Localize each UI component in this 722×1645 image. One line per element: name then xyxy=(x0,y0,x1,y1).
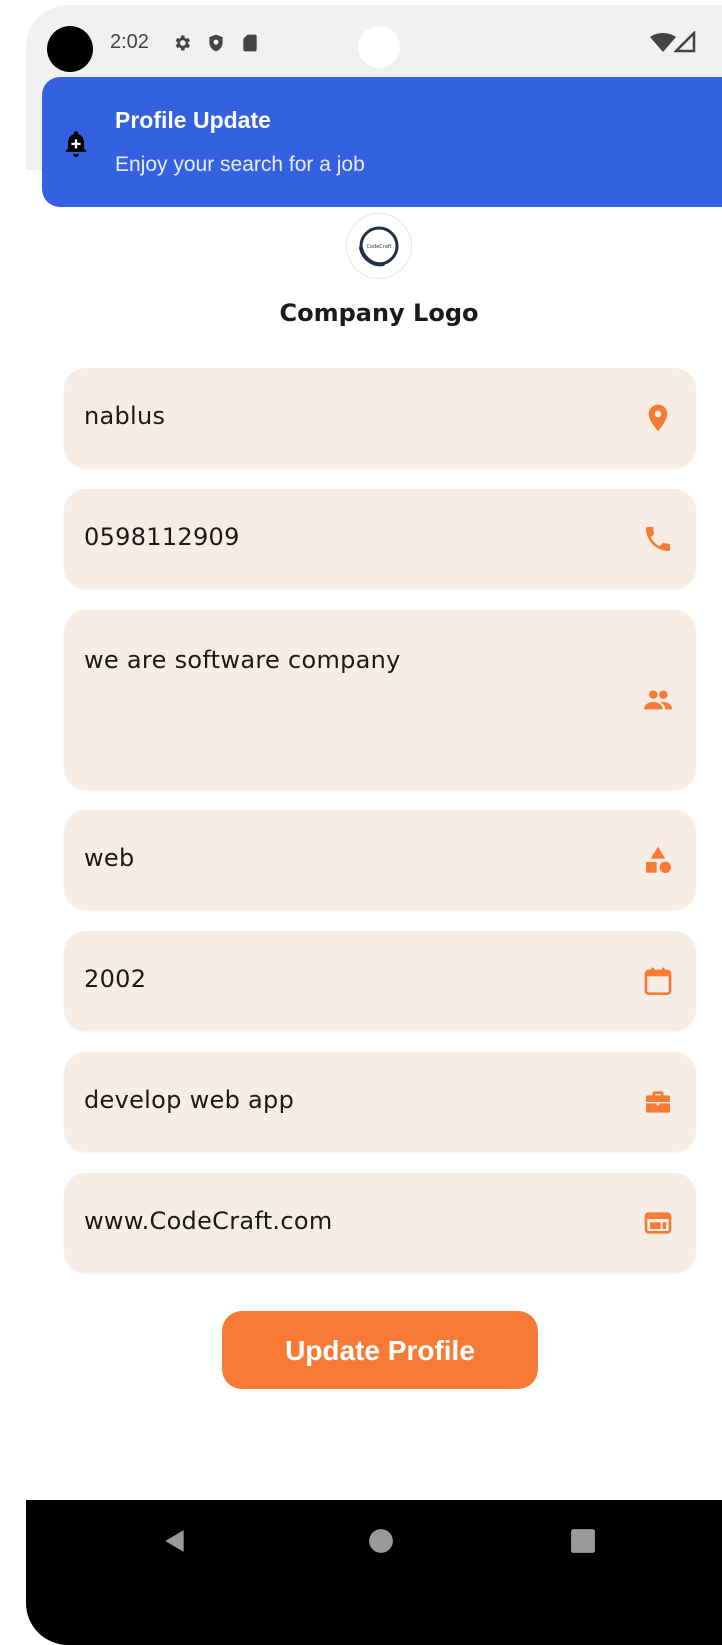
founded-year-field[interactable]: 2002 xyxy=(64,931,696,1031)
location-value: nablus xyxy=(84,402,166,430)
category-field[interactable]: web xyxy=(64,810,696,910)
phone-field[interactable]: 0598112909 xyxy=(64,489,696,589)
wifi-icon xyxy=(650,33,676,52)
category-icon xyxy=(646,846,672,874)
briefcase-icon xyxy=(646,1091,670,1113)
location-field[interactable]: nablus xyxy=(64,368,696,468)
notification-banner[interactable]: Profile Update Enjoy your search for a j… xyxy=(42,77,722,207)
shield-icon xyxy=(209,34,223,52)
logo-title: Company Logo xyxy=(279,299,479,327)
update-profile-button[interactable]: Update Profile xyxy=(222,1311,538,1389)
phone-screen: 2:02 Profile Update Enjoy your search fo… xyxy=(26,5,722,1645)
home-icon[interactable] xyxy=(368,1528,394,1554)
website-value: www.CodeCraft.com xyxy=(84,1207,333,1235)
sd-card-icon xyxy=(243,34,257,52)
notification-title: Profile Update xyxy=(115,107,271,133)
services-value: develop web app xyxy=(84,1086,295,1114)
signal-icon xyxy=(674,31,696,53)
phone-icon xyxy=(646,527,670,551)
calendar-icon xyxy=(644,967,672,995)
back-icon[interactable] xyxy=(162,1528,188,1554)
recents-icon[interactable] xyxy=(570,1528,596,1554)
description-field[interactable]: we are software company xyxy=(64,610,696,790)
founded-year-value: 2002 xyxy=(84,965,147,993)
description-value: we are software company xyxy=(84,646,401,674)
category-value: web xyxy=(84,844,135,872)
settings-icon xyxy=(175,35,190,51)
services-field[interactable]: develop web app xyxy=(64,1052,696,1152)
people-icon xyxy=(644,690,672,710)
phone-value: 0598112909 xyxy=(84,523,240,551)
camera-cutout xyxy=(47,26,93,72)
front-camera xyxy=(358,26,400,68)
company-logo-avatar[interactable]: CodeCraft xyxy=(346,213,412,279)
bell-plus-icon xyxy=(65,131,87,157)
navigation-bar xyxy=(26,1500,722,1645)
location-pin-icon xyxy=(648,404,668,432)
codecraft-logo-icon: CodeCraft xyxy=(359,226,399,267)
website-field[interactable]: www.CodeCraft.com xyxy=(64,1173,696,1273)
status-time: 2:02 xyxy=(110,31,149,53)
notification-body: Enjoy your search for a job xyxy=(115,153,365,176)
logo-inner-text: CodeCraft xyxy=(366,244,391,250)
web-icon xyxy=(644,1212,672,1234)
